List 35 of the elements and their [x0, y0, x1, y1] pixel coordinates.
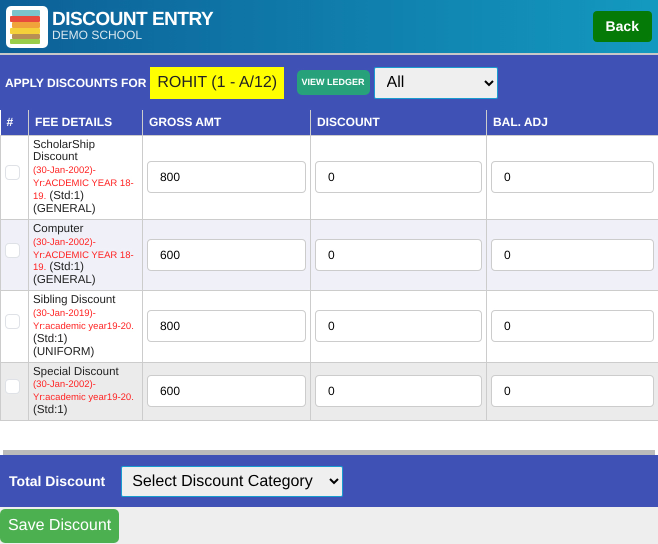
discount-field[interactable]: 0 [315, 238, 482, 271]
column-header: BAL. ADJ [486, 110, 658, 135]
filter-select[interactable]: All [374, 66, 498, 98]
gross-amount-field[interactable]: 800 [147, 161, 306, 194]
gross-amount-field[interactable]: 800 [147, 310, 306, 342]
discount-field[interactable]: 0 [315, 161, 482, 194]
fee-details-text: Computer (30-Jan-2002)-Yr:ACDEMIC YEAR 18-19. (Std:1) (GENERAL) [33, 222, 135, 288]
discount-field[interactable]: 0 [315, 310, 482, 342]
school-name: DEMO SCHOOL [52, 29, 144, 43]
row-checkbox[interactable] [5, 314, 20, 330]
apply-label: APPLY DISCOUNTS FOR [5, 74, 146, 92]
books-logo-icon [6, 6, 48, 48]
balance-adjust-field[interactable]: 0 [491, 161, 654, 194]
row-checkbox[interactable] [5, 165, 20, 180]
student-name: ROHIT (1 - A/12) [150, 66, 284, 98]
total-discount-label: Total Discount [9, 472, 106, 490]
scrollbar[interactable] [3, 450, 655, 455]
column-header: DISCOUNT [310, 110, 486, 135]
row-checkbox[interactable] [5, 242, 20, 258]
back-button[interactable]: Back [592, 11, 652, 42]
gross-amount-field[interactable]: 600 [147, 375, 306, 408]
gross-amount-field[interactable]: 600 [147, 238, 306, 271]
row-checkbox[interactable] [5, 379, 20, 394]
column-header: FEE DETAILS [28, 110, 142, 135]
discount-category-select[interactable]: Select Discount Category [121, 466, 344, 496]
fee-details-text: Special Discount (30-Jan-2002)-Yr:academic year19-20. (Std:1) [33, 366, 135, 417]
column-header: # [0, 110, 28, 135]
balance-adjust-field[interactable]: 0 [491, 238, 654, 271]
discount-field[interactable]: 0 [315, 375, 482, 408]
balance-adjust-field[interactable]: 0 [491, 375, 654, 408]
column-header: GROSS AMT [142, 110, 310, 135]
balance-adjust-field[interactable]: 0 [491, 310, 654, 342]
page-title: DISCOUNT ENTRY [52, 10, 214, 30]
fee-details-text: ScholarShip Discount (30-Jan-2002)-Yr:ACDEMIC YEAR 18-19. (Std:1) (GENERAL) [33, 138, 135, 216]
fee-details-text: Sibling Discount (30-Jan-2019)-Yr:academic year19-20. (Std:1) (UNIFORM) [33, 294, 135, 358]
